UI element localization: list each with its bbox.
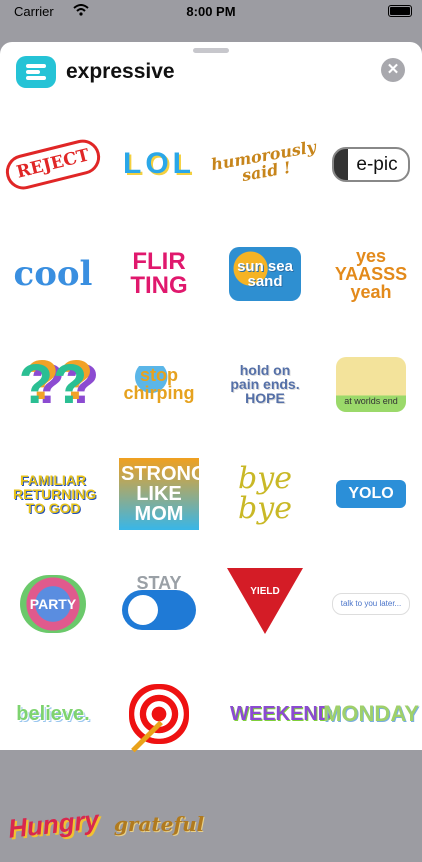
sticker-talk-later[interactable]: talk to you later...: [323, 566, 419, 642]
sticker-stop-chirping[interactable]: stop chirping: [111, 346, 207, 422]
sticker-lol[interactable]: LOL: [111, 126, 207, 202]
sticker-label: WEEKEND: [230, 703, 333, 725]
yield-sign-icon: [227, 568, 303, 634]
sticker-party[interactable]: PARTY: [5, 566, 101, 642]
sticker-target[interactable]: [111, 676, 207, 753]
sticker-sheet: expressive ✕ REJECT LOL humorously said …: [0, 42, 422, 844]
sticker-yield[interactable]: YIELD: [217, 566, 313, 642]
sticker-strong-mom[interactable]: STRONG LIKE MOM: [111, 456, 207, 532]
sticker-hope[interactable]: hold on pain ends. HOPE: [217, 346, 313, 422]
sticker-hungry[interactable]: Hungry: [5, 786, 101, 862]
sticker-grateful[interactable]: grateful: [111, 786, 207, 862]
app-title: expressive: [66, 60, 175, 83]
sticker-yolo[interactable]: YOLO: [323, 456, 419, 532]
sticker-label: FAMILIAR RETURNING TO GOD: [13, 472, 97, 516]
sheet-header: expressive ✕: [0, 54, 422, 94]
sticker-label: stop chirping: [120, 366, 198, 402]
sticker-label: at worlds end: [336, 356, 406, 412]
sticker-worlds-end[interactable]: at worlds end: [323, 346, 419, 422]
sticker-label: talk to you later...: [331, 593, 411, 615]
sticker-yaasss[interactable]: yes YAASSS yeah: [323, 236, 419, 312]
sticker-label: PARTY: [19, 575, 87, 633]
status-bar: Carrier 8:00 PM: [0, 0, 422, 22]
target-icon: [129, 684, 189, 744]
sticker-sun-sea-sand[interactable]: sun sea sand: [217, 236, 313, 312]
sticker-humorously[interactable]: humorously said !: [210, 126, 318, 202]
sticker-label: REJECT: [2, 135, 104, 193]
battery-icon: [388, 5, 412, 17]
sticker-label: FLIR TING: [130, 248, 188, 299]
sticker-monday[interactable]: MONDAY: [323, 676, 419, 752]
sticker-label: STRONG LIKE MOM: [119, 458, 207, 530]
close-icon: ✕: [386, 61, 400, 78]
sticker-label: cool: [13, 254, 93, 294]
sticker-believe[interactable]: believe.: [5, 676, 101, 752]
sticker-label: hold on pain ends. HOPE: [230, 362, 300, 406]
sticker-stay[interactable]: STAY: [111, 566, 207, 642]
sticker-label: e-pic: [332, 146, 410, 182]
status-time: 8:00 PM: [186, 4, 236, 19]
sticker-question-marks[interactable]: ??: [5, 346, 101, 422]
sticker-label: humorously said !: [209, 137, 318, 186]
sticker-weekend[interactable]: WEEKEND: [217, 676, 333, 752]
sticker-reject[interactable]: REJECT: [2, 126, 104, 202]
toggle-knob-icon: [128, 595, 158, 625]
sticker-label: ??: [18, 352, 88, 415]
sticker-epic[interactable]: e-pic: [323, 126, 419, 202]
sticker-cool[interactable]: cool: [5, 236, 101, 312]
sticker-flirting[interactable]: FLIR TING: [111, 236, 207, 312]
sticker-label: sun sea sand: [229, 247, 301, 301]
sticker-label: MONDAY: [323, 701, 419, 726]
sticker-label: YOLO: [336, 480, 406, 508]
sticker-label: grateful: [113, 812, 205, 836]
sticker-label: Hungry: [6, 804, 100, 844]
sheet-grabber[interactable]: [193, 48, 229, 53]
sticker-label: bye bye: [238, 461, 292, 526]
sticker-bye-bye[interactable]: bye bye: [217, 456, 313, 532]
close-button[interactable]: ✕: [381, 58, 405, 82]
sticker-familiar[interactable]: FAMILIAR RETURNING TO GOD: [5, 456, 101, 532]
sticker-label: believe.: [16, 703, 90, 725]
app-icon: [16, 56, 56, 88]
sticker-label: yes YAASSS yeah: [334, 246, 408, 302]
sticker-label: YIELD: [250, 586, 280, 597]
sticker-label: LOL: [123, 147, 195, 180]
